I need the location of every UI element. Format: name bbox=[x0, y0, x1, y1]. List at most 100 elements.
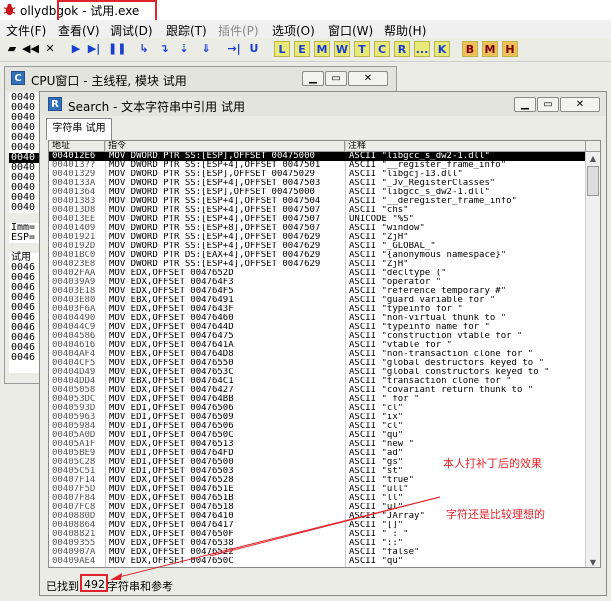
table-row[interactable]: 00408821 MOV EDX,OFFSET 0047650F ASCII " :… bbox=[49, 530, 586, 539]
table-row[interactable]: 00405058 MOV EDX,OFFSET 00476427 ASCII "co… bbox=[49, 386, 586, 395]
scroll-down-icon[interactable]: ▼ bbox=[586, 556, 600, 567]
table-row[interactable]: 00404616 MOV EDX,OFFSET 0047641A ASCII "vt… bbox=[49, 341, 586, 350]
table-row[interactable]: 00403E80 MOV EBX,OFFSET 00476491 ASCII "gu… bbox=[49, 296, 586, 305]
step-over-icon[interactable]: ↴ bbox=[156, 41, 172, 57]
menu-debug[interactable]: 调试(D) bbox=[110, 22, 153, 39]
toolbar-windows-button[interactable]: W bbox=[334, 41, 350, 57]
table-row[interactable]: 00403F6A MOV EDX,OFFSET 0047643F ASCII "ty… bbox=[49, 305, 586, 314]
minimize-icon[interactable]: ▁ bbox=[514, 97, 536, 112]
maximize-icon[interactable]: ▭ bbox=[537, 97, 559, 112]
toolbar-modules-button[interactable]: E bbox=[294, 41, 310, 57]
row-comment: ASCII "__register_frame_info" bbox=[349, 161, 507, 170]
cpu-disassembly-pane[interactable]: 0040 0040 0040 0040 0040 0040 0040 0040 0040 0040… bbox=[9, 93, 39, 373]
menu-file[interactable]: 文件(F) bbox=[6, 22, 46, 39]
toolbar-cpu-button[interactable]: C bbox=[374, 41, 390, 57]
maximize-icon[interactable]: ▭ bbox=[325, 71, 347, 86]
toolbar-call-stack-button[interactable]: K bbox=[434, 41, 450, 57]
open-folder-icon[interactable]: ▰ bbox=[4, 41, 20, 57]
table-row[interactable]: 00403E18 MOV EDX,OFFSET 004764F5 ASCII "re… bbox=[49, 287, 586, 296]
table-row[interactable]: 004039A9 MOV EDX,OFFSET 004764F3 ASCII "op… bbox=[49, 278, 586, 287]
table-row[interactable]: 00401383 MOV DWORD PTR SS:[ESP+4],OFFSET … bbox=[49, 197, 586, 206]
table-row[interactable]: 00404490 MOV EDX,OFFSET 00476460 ASCII "no… bbox=[49, 314, 586, 323]
menu-trace[interactable]: 跟踪(T) bbox=[166, 22, 207, 39]
column-header-address[interactable]: 地址 bbox=[49, 141, 105, 152]
execute-till-user-icon[interactable]: U bbox=[246, 41, 262, 57]
close-icon[interactable]: ✕ bbox=[348, 71, 388, 86]
menu-help[interactable]: 帮助(H) bbox=[384, 22, 426, 39]
table-row[interactable]: 004053DC MOV EDX,OFFSET 004764BB ASCII " f… bbox=[49, 395, 586, 404]
scroll-up-icon[interactable]: ▲ bbox=[586, 152, 600, 165]
table-row[interactable]: 00401BC0 MOV DWORD PTR DS:[EAX+4],OFFSET … bbox=[49, 251, 586, 260]
trace-into-icon[interactable]: ⇣ bbox=[176, 41, 192, 57]
run-icon[interactable]: ▶ bbox=[68, 41, 84, 57]
toolbar-log-button[interactable]: L bbox=[274, 41, 290, 57]
toolbar-run-trace-button[interactable]: ... bbox=[414, 41, 430, 57]
table-row[interactable]: 00407F14 MOV EDX,OFFSET 00476528 ASCII "tr… bbox=[49, 476, 586, 485]
trace-over-icon[interactable]: ⇓ bbox=[198, 41, 214, 57]
table-row[interactable]: 00401921 MOV DWORD PTR SS:[ESP+4],OFFSET … bbox=[49, 233, 586, 242]
close-icon[interactable]: ✕ bbox=[560, 97, 600, 112]
table-row[interactable]: 00405A0D MOV EDI,OFFSET 0047650C ASCII "qu… bbox=[49, 431, 586, 440]
pause-icon[interactable]: ❚❚ bbox=[108, 41, 126, 57]
table-row[interactable]: 00401409 MOV DWORD PTR SS:[ESP+8],OFFSET … bbox=[49, 224, 586, 233]
table-row[interactable]: 00408864 MOV EDX,OFFSET 00476417 ASCII "[]… bbox=[49, 521, 586, 530]
cpu-line[interactable]: ESP= bbox=[9, 233, 39, 243]
run-thread-icon[interactable]: ▶| bbox=[86, 41, 102, 57]
table-row[interactable]: 004013D8 MOV DWORD PTR SS:[ESP+4],OFFSET … bbox=[49, 206, 586, 215]
table-row[interactable]: 00409AE4 MOV EDX,OFFSET 0047650C ASCII "qu… bbox=[49, 557, 586, 566]
table-row[interactable]: 0040593D MOV EDI,OFFSET 00476506 ASCII "cl… bbox=[49, 404, 586, 413]
table-row[interactable]: 0040133A MOV DWORD PTR SS:[ESP+4],OFFSET … bbox=[49, 179, 586, 188]
menu-view[interactable]: 查看(V) bbox=[58, 22, 100, 39]
vertical-scrollbar[interactable]: ▲ ▼ bbox=[585, 152, 600, 567]
ollydbg-bug-icon bbox=[3, 3, 16, 16]
table-row[interactable]: 0040907A MOV EDX,OFFSET 00476522 ASCII "fa… bbox=[49, 548, 586, 557]
menu-window[interactable]: 窗口(W) bbox=[328, 22, 373, 39]
toolbar-memory-button[interactable]: M bbox=[314, 41, 330, 57]
row-address: 0040880D bbox=[52, 512, 96, 521]
strings-table[interactable]: 地址 指令 注释 004012E6 MOV DWORD PTR SS:[ESP],… bbox=[48, 140, 601, 568]
execute-till-return-icon[interactable]: →| bbox=[226, 41, 242, 57]
toolbar-hardware-bp-button[interactable]: H bbox=[502, 41, 518, 57]
column-header-instruction[interactable]: 指令 bbox=[105, 141, 345, 152]
column-header-comment[interactable]: 注释 bbox=[345, 141, 586, 152]
close-icon[interactable]: ✕ bbox=[42, 41, 58, 57]
tab-strings[interactable]: 字符串 试用 bbox=[46, 118, 112, 140]
row-address: 00405A1F bbox=[52, 440, 96, 449]
table-row[interactable]: 0040192D MOV DWORD PTR SS:[ESP+4],OFFSET … bbox=[49, 242, 586, 251]
table-row[interactable]: 004013?? MOV DWORD PTR SS:[ESP+4],OFFSET … bbox=[49, 161, 586, 170]
row-comment: ASCII "typeinfo for " bbox=[349, 305, 463, 314]
restart-icon[interactable]: ◀◀ bbox=[22, 41, 39, 57]
toolbar-breakpoints-button[interactable]: B bbox=[462, 41, 478, 57]
cpu-line[interactable]: 0040 bbox=[9, 203, 39, 213]
step-into-icon[interactable]: ↳ bbox=[136, 41, 152, 57]
table-row[interactable]: 00402FAA MOV EDX,OFFSET 0047652D ASCII "de… bbox=[49, 269, 586, 278]
table-row[interactable]: 00405984 MOV EDI,OFFSET 00476506 ASCII "cl… bbox=[49, 422, 586, 431]
minimize-icon[interactable]: ▁ bbox=[302, 71, 324, 86]
row-comment: ASCII "ZjH" bbox=[349, 260, 409, 269]
table-row[interactable]: 00405963 MOV EDI,OFFSET 00476509 ASCII "ix… bbox=[49, 413, 586, 422]
table-row[interactable]: 00407F5D MOV EDX,OFFSET 0047651E ASCII "ul… bbox=[49, 485, 586, 494]
table-row[interactable]: 00401364 MOV DWORD PTR SS:[ESP],OFFSET 00… bbox=[49, 188, 586, 197]
search-window-title: Search - 文本字符串中引用 试用 bbox=[68, 100, 246, 114]
row-comment: ASCII "_Jv_RegisterClasses" bbox=[349, 179, 496, 188]
toolbar-threads-button[interactable]: T bbox=[354, 41, 370, 57]
table-row[interactable]: 00404DD4 MOV EBX,OFFSET 004764C1 ASCII "tr… bbox=[49, 377, 586, 386]
table-row[interactable]: 00409355 MOV EDX,OFFSET 00476538 ASCII "::… bbox=[49, 539, 586, 548]
table-row[interactable]: 004044C9 MOV EDX,OFFSET 0047644D ASCII "ty… bbox=[49, 323, 586, 332]
menu-options[interactable]: 选项(O) bbox=[272, 22, 315, 39]
table-row[interactable]: 00404CF5 MOV EDX,OFFSET 00476550 ASCII "gl… bbox=[49, 359, 586, 368]
table-row[interactable]: 00404AF4 MOV EBX,OFFSET 004764D8 ASCII "no… bbox=[49, 350, 586, 359]
cpu-line[interactable]: 0046 bbox=[9, 353, 39, 363]
table-row[interactable]: 00407F84 MOV EDX,OFFSET 0047651B ASCII "ll… bbox=[49, 494, 586, 503]
table-row[interactable]: 00405A1F MOV EDX,OFFSET 00476513 ASCII "ne… bbox=[49, 440, 586, 449]
table-row[interactable]: 004023E8 MOV DWORD PTR SS:[ESP+4],OFFSET … bbox=[49, 260, 586, 269]
table-row[interactable]: 00404586 MOV EDX,OFFSET 00476475 ASCII "co… bbox=[49, 332, 586, 341]
toolbar-memory-bp-button[interactable]: M bbox=[482, 41, 498, 57]
table-row[interactable]: 004012E6 MOV DWORD PTR SS:[ESP],OFFSET 00… bbox=[49, 152, 586, 161]
menu-plugins[interactable]: 插件(P) bbox=[218, 22, 259, 39]
scrollbar-thumb[interactable] bbox=[587, 166, 599, 196]
table-row[interactable]: 00401329 MOV DWORD PTR SS:[ESP],OFFSET 00… bbox=[49, 170, 586, 179]
toolbar-references-button[interactable]: R bbox=[394, 41, 410, 57]
table-row[interactable]: 004013EE MOV DWORD PTR SS:[ESP+4],OFFSET … bbox=[49, 215, 586, 224]
table-row[interactable]: 00404D49 MOV EDX,OFFSET 0047653C ASCII "gl… bbox=[49, 368, 586, 377]
